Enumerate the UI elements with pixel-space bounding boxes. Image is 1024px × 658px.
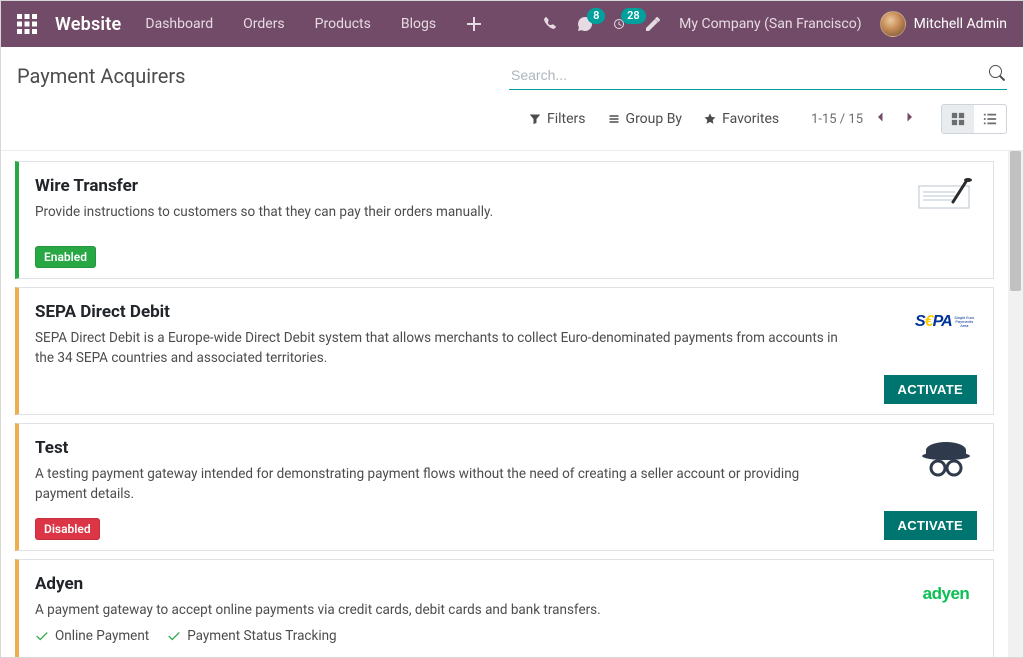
chat-icon[interactable]: 8 <box>577 16 593 32</box>
apps-menu-icon[interactable] <box>17 14 37 34</box>
feature-item: Online Payment <box>35 628 149 644</box>
search-input[interactable] <box>509 61 1007 90</box>
nav-orders[interactable]: Orders <box>243 16 285 32</box>
status-badge: Disabled <box>35 518 100 540</box>
acquirer-card[interactable]: Wire Transfer Provide instructions to cu… <box>15 161 994 279</box>
tools-icon[interactable] <box>645 16 661 32</box>
activity-icon[interactable]: 28 <box>611 16 627 32</box>
sepa-logo: S€PA Single Euro Payments Area <box>915 300 977 344</box>
kanban-view-icon[interactable] <box>942 105 974 133</box>
pager-text: 1-15 / 15 <box>811 112 863 127</box>
main-navbar: Website Dashboard Orders Products Blogs … <box>1 1 1023 47</box>
check-icon <box>167 629 181 643</box>
nav-dashboard[interactable]: Dashboard <box>145 16 213 32</box>
wire-transfer-logo <box>915 174 977 218</box>
pager-prev-icon[interactable] <box>871 107 891 131</box>
card-title: Test <box>35 438 977 458</box>
scrollbar[interactable] <box>1008 151 1023 657</box>
adyen-logo: adyen <box>915 572 977 616</box>
card-title: SEPA Direct Debit <box>35 302 977 322</box>
card-description: SEPA Direct Debit is a Europe-wide Direc… <box>35 328 845 369</box>
card-description: A payment gateway to accept online payme… <box>35 600 845 620</box>
card-title: Adyen <box>35 574 977 594</box>
pager-next-icon[interactable] <box>899 107 919 131</box>
pager: 1-15 / 15 <box>811 107 919 131</box>
filters-button[interactable]: Filters <box>529 111 586 127</box>
favorites-button[interactable]: Favorites <box>704 111 779 127</box>
new-content-icon[interactable] <box>466 16 482 32</box>
search-icon[interactable] <box>989 65 1005 85</box>
card-description: Provide instructions to customers so tha… <box>35 202 845 222</box>
activate-button[interactable]: ACTIVATE <box>884 375 977 404</box>
activity-badge: 28 <box>621 8 646 24</box>
list-view-icon[interactable] <box>974 105 1006 133</box>
card-description: A testing payment gateway intended for d… <box>35 464 845 505</box>
page-title: Payment Acquirers <box>17 64 185 88</box>
avatar <box>880 11 906 37</box>
scrollbar-thumb[interactable] <box>1010 151 1021 291</box>
groupby-button[interactable]: Group By <box>608 111 683 127</box>
acquirer-card[interactable]: Test A testing payment gateway intended … <box>15 423 994 551</box>
nav-products[interactable]: Products <box>315 16 371 32</box>
phone-icon[interactable] <box>543 16 559 32</box>
activate-button[interactable]: ACTIVATE <box>884 511 977 540</box>
company-selector[interactable]: My Company (San Francisco) <box>679 16 861 32</box>
feature-item: Payment Status Tracking <box>167 628 336 644</box>
app-brand[interactable]: Website <box>55 14 121 35</box>
acquirer-card[interactable]: Adyen A payment gateway to accept online… <box>15 559 994 657</box>
nav-blogs[interactable]: Blogs <box>401 16 436 32</box>
control-panel: Payment Acquirers Filters Group By <box>1 47 1023 151</box>
kanban-content: Wire Transfer Provide instructions to cu… <box>1 151 1008 657</box>
user-name: Mitchell Admin <box>914 16 1007 32</box>
chat-badge: 8 <box>587 8 605 24</box>
card-title: Wire Transfer <box>35 176 977 196</box>
acquirer-card[interactable]: SEPA Direct Debit SEPA Direct Debit is a… <box>15 287 994 415</box>
user-menu[interactable]: Mitchell Admin <box>880 11 1007 37</box>
status-badge: Enabled <box>35 246 96 268</box>
check-icon <box>35 629 49 643</box>
test-logo <box>915 436 977 480</box>
